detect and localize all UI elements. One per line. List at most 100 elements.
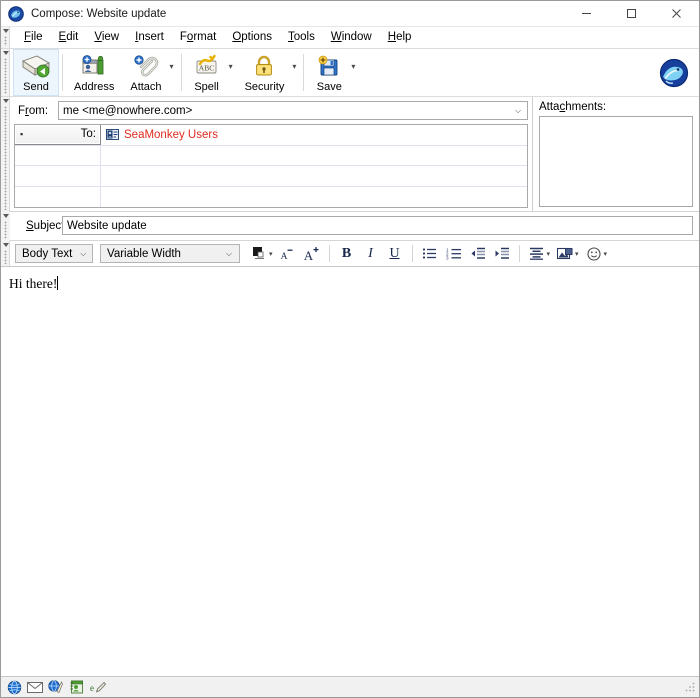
menu-window[interactable]: Window xyxy=(323,28,380,47)
decrease-font-size-button[interactable]: A xyxy=(277,244,299,264)
subject-input[interactable]: Website update xyxy=(62,216,693,235)
composer-status-icon[interactable]: e xyxy=(90,679,106,695)
align-caret-icon[interactable]: ▾ xyxy=(547,250,551,258)
recipient-type-select[interactable] xyxy=(15,186,101,207)
message-body-editor[interactable]: Hi there! xyxy=(1,267,699,676)
toolbar-separator-2 xyxy=(180,54,182,91)
underline-button[interactable]: U xyxy=(384,244,406,264)
save-button-label: Save xyxy=(316,81,342,93)
menubar-grippy[interactable] xyxy=(1,27,10,48)
send-envelope-icon xyxy=(21,53,51,80)
recipient-row[interactable]: ▪ To: SeaMonkey Users xyxy=(15,125,527,146)
close-button[interactable] xyxy=(654,1,699,27)
recipient-type-select[interactable] xyxy=(15,166,101,186)
format-toolbar-container: Body Text ⌵ Variable Width ⌵ ▾ A A B I U… xyxy=(1,241,699,267)
security-button-label: Security xyxy=(244,81,285,93)
attach-dropdown-arrow[interactable]: ▾ xyxy=(170,49,178,96)
increase-font-size-button[interactable]: A xyxy=(301,244,323,264)
recipient-row[interactable] xyxy=(15,166,527,187)
from-select[interactable]: me <me@nowhere.com> ⌵ xyxy=(58,101,528,120)
underline-icon: U xyxy=(389,245,400,261)
smiley-face-icon xyxy=(586,246,601,261)
recipient-value-field[interactable]: SeaMonkey Users xyxy=(101,125,527,145)
main-toolbar-grippy[interactable] xyxy=(1,49,10,96)
menu-help[interactable]: Help xyxy=(380,28,420,47)
recipient-row[interactable] xyxy=(15,145,527,166)
spell-button-label: Spell xyxy=(194,81,219,93)
bold-button[interactable]: B xyxy=(336,244,358,264)
menu-insert[interactable]: Insert xyxy=(127,28,172,47)
insert-object-caret-icon[interactable]: ▾ xyxy=(575,250,579,258)
numbered-list-button[interactable]: 1 2 3 xyxy=(443,244,465,264)
outdent-button[interactable] xyxy=(467,244,489,264)
align-button[interactable] xyxy=(526,244,548,264)
insert-smiley-button[interactable] xyxy=(583,244,605,264)
outdent-icon xyxy=(470,247,486,260)
indent-button[interactable] xyxy=(491,244,513,264)
bulleted-list-icon xyxy=(422,247,437,260)
format-toolbar: Body Text ⌵ Variable Width ⌵ ▾ A A B I U… xyxy=(10,241,699,266)
chevron-down-icon[interactable]: ⌵ xyxy=(509,102,527,119)
recipient-value-field[interactable] xyxy=(101,166,527,186)
text-cursor xyxy=(57,276,59,290)
mail-envelope-icon[interactable] xyxy=(27,679,43,695)
recipient-row[interactable] xyxy=(15,186,527,207)
attach-button-label: Attach xyxy=(130,81,162,93)
format-toolbar-grippy[interactable] xyxy=(1,241,10,266)
recipient-value-field[interactable] xyxy=(101,146,527,166)
spell-dropdown-arrow[interactable]: ▾ xyxy=(229,49,237,96)
window-title: Compose: Website update xyxy=(31,7,167,20)
svg-text:A: A xyxy=(303,248,313,262)
menu-format[interactable]: Format xyxy=(172,28,224,47)
address-book-icon xyxy=(80,53,108,80)
send-button[interactable]: Send xyxy=(13,49,59,96)
text-color-caret-icon[interactable]: ▾ xyxy=(269,250,273,258)
save-dropdown-arrow[interactable]: ▾ xyxy=(351,49,359,96)
security-dropdown-arrow[interactable]: ▾ xyxy=(292,49,300,96)
recipient-value-field[interactable] xyxy=(101,187,527,207)
save-button[interactable]: Save xyxy=(307,49,351,96)
address-button[interactable]: Address xyxy=(66,49,122,96)
menu-view[interactable]: View xyxy=(86,28,127,47)
maximize-button[interactable] xyxy=(609,1,654,27)
spellcheck-abc-icon: ABC xyxy=(193,53,221,80)
spell-button[interactable]: ABC Spell xyxy=(185,49,229,96)
attachments-pane: Attachments: xyxy=(532,97,699,211)
paragraph-style-select[interactable]: Body Text ⌵ xyxy=(15,244,93,263)
svg-text:ABC: ABC xyxy=(198,64,213,73)
insert-smiley-caret-icon[interactable]: ▾ xyxy=(604,250,608,258)
text-color-button[interactable] xyxy=(248,244,270,264)
attach-button[interactable]: Attach xyxy=(122,49,169,96)
insert-image-icon xyxy=(557,247,573,261)
recipient-pill: SeaMonkey Users xyxy=(106,129,218,141)
chevron-down-icon: ⌵ xyxy=(80,248,87,258)
bold-icon: B xyxy=(341,245,352,261)
italic-button[interactable]: I xyxy=(360,244,382,264)
security-button[interactable]: Security xyxy=(237,49,293,96)
svg-text:e: e xyxy=(90,683,94,693)
menubar-container: FFileile Edit View Insert Format Options… xyxy=(1,27,699,49)
online-globe-icon[interactable] xyxy=(6,679,22,695)
chevron-down-icon: ⌵ xyxy=(225,248,232,258)
insert-object-button[interactable] xyxy=(554,244,576,264)
font-face-select[interactable]: Variable Width ⌵ xyxy=(100,244,240,263)
newsgroup-icon[interactable] xyxy=(48,679,64,695)
menu-edit[interactable]: Edit xyxy=(51,28,87,47)
title-bar: Compose: Website update xyxy=(1,1,699,27)
align-icon xyxy=(529,247,544,260)
address-book-status-icon[interactable] xyxy=(69,679,85,695)
menu-file[interactable]: FFileile xyxy=(16,28,51,47)
headers-grippy[interactable] xyxy=(1,97,10,212)
recipient-type-select[interactable] xyxy=(15,145,101,165)
from-label: From: xyxy=(18,104,49,117)
resize-grip-icon[interactable] xyxy=(683,680,697,694)
headers-row: From: me <me@nowhere.com> ⌵ ▪ To: SeaMon… xyxy=(10,97,699,212)
bulleted-list-button[interactable] xyxy=(419,244,441,264)
menu-options[interactable]: Options xyxy=(224,28,280,47)
menu-tools[interactable]: Tools xyxy=(280,28,323,47)
compose-window: Compose: Website update FFileile Edit Vi… xyxy=(0,0,700,698)
status-bar: e xyxy=(1,676,699,697)
recipient-type-select[interactable]: ▪ To: xyxy=(15,125,101,145)
minimize-button[interactable] xyxy=(564,1,609,27)
attachments-list[interactable] xyxy=(539,116,693,207)
